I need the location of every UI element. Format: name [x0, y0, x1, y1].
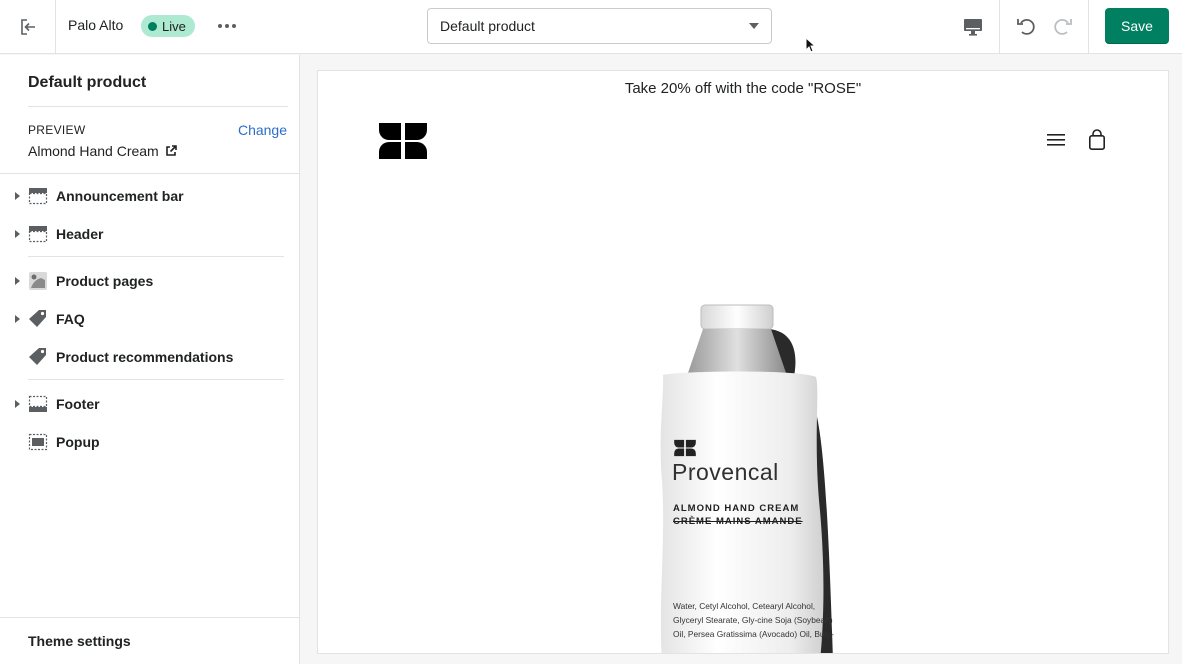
shopping-bag-icon[interactable]	[1088, 129, 1106, 151]
tag-icon	[28, 347, 48, 367]
preview-product-name: Almond Hand Cream	[28, 143, 159, 159]
template-select[interactable]: Default product	[427, 8, 772, 44]
sidebar-item-label: Header	[56, 226, 104, 242]
caret-right-icon	[15, 315, 20, 323]
sidebar-item-label: Product pages	[56, 273, 154, 289]
store-name: Palo Alto	[68, 17, 124, 33]
sidebar-item-footer[interactable]: Footer	[0, 386, 299, 422]
sidebar-item-label: Announcement bar	[56, 188, 184, 204]
chevron-down-icon	[749, 23, 759, 29]
sidebar-item-label: Footer	[56, 396, 100, 412]
status-badge: Live	[141, 15, 195, 37]
ellipsis-icon	[218, 24, 236, 28]
save-button[interactable]: Save	[1105, 8, 1169, 44]
exit-icon	[21, 19, 35, 35]
status-badge-label: Live	[162, 18, 186, 34]
sidebar-item-announcement-bar[interactable]: Announcement bar	[0, 178, 299, 214]
preview-product: Almond Hand Cream	[28, 143, 177, 159]
desktop-view-button[interactable]	[958, 13, 988, 41]
editor-topbar: Palo Alto Live Default product Save	[0, 0, 1182, 54]
topbar-divider	[1088, 0, 1089, 54]
live-dot-icon	[148, 21, 157, 31]
section-layout-icon	[28, 432, 48, 452]
sidebar-item-product-pages[interactable]: Product pages	[0, 263, 299, 299]
undo-icon	[1017, 19, 1035, 35]
sections-sidebar: Default product PREVIEW Change Almond Ha…	[0, 55, 300, 664]
change-preview-link[interactable]: Change	[238, 122, 287, 138]
tag-icon	[28, 309, 48, 329]
section-layout-icon	[28, 186, 48, 206]
caret-right-icon	[15, 400, 20, 408]
exit-button[interactable]	[10, 9, 46, 45]
redo-button[interactable]	[1048, 11, 1078, 41]
topbar-divider	[55, 0, 56, 54]
sidebar-item-header[interactable]: Header	[0, 216, 299, 252]
product-brand: Provencal	[672, 459, 779, 485]
sidebar-item-product-recommendations[interactable]: Product recommendations	[0, 339, 299, 375]
sidebar-item-popup[interactable]: Popup	[0, 424, 299, 460]
announcement-text: Take 20% off with the code "ROSE"	[624, 80, 862, 97]
sidebar-item-label: FAQ	[56, 311, 85, 327]
caret-right-icon	[15, 192, 20, 200]
caret-right-icon	[15, 230, 20, 238]
storefront-preview: Take 20% off with the code "ROSE" Proven…	[317, 70, 1169, 654]
product-ingredients: Water, Cetyl Alcohol, Cetearyl Alcohol, …	[673, 601, 834, 639]
topbar-divider	[999, 0, 1000, 54]
more-actions-button[interactable]	[212, 13, 242, 39]
preview-label: PREVIEW	[28, 123, 86, 137]
desktop-icon	[964, 19, 982, 36]
section-layout-icon	[28, 224, 48, 244]
sidebar-item-faq[interactable]: FAQ	[0, 301, 299, 337]
sidebar-item-label: Popup	[56, 434, 100, 450]
hamburger-menu-icon[interactable]	[1046, 132, 1066, 148]
sidebar-item-label: Product recommendations	[56, 349, 234, 365]
template-select-value: Default product	[440, 18, 535, 34]
mouse-cursor-icon	[805, 37, 816, 53]
store-logo-icon[interactable]	[377, 121, 429, 161]
divider	[28, 256, 284, 257]
external-link-icon[interactable]	[165, 145, 177, 157]
divider	[0, 173, 299, 174]
product-subtitle: ALMOND HAND CREAM	[673, 503, 800, 514]
undo-button[interactable]	[1011, 11, 1041, 41]
product-logo-icon	[674, 439, 696, 457]
divider	[28, 379, 284, 380]
product-subtitle-french: CRÈME MAINS AMANDE	[673, 516, 803, 527]
section-layout-icon	[28, 394, 48, 414]
theme-settings-button[interactable]: Theme settings	[0, 617, 299, 664]
caret-right-icon	[15, 277, 20, 285]
divider	[28, 106, 288, 107]
sidebar-title: Default product	[28, 74, 147, 91]
product-image-icon	[28, 271, 48, 291]
redo-icon	[1054, 19, 1072, 35]
